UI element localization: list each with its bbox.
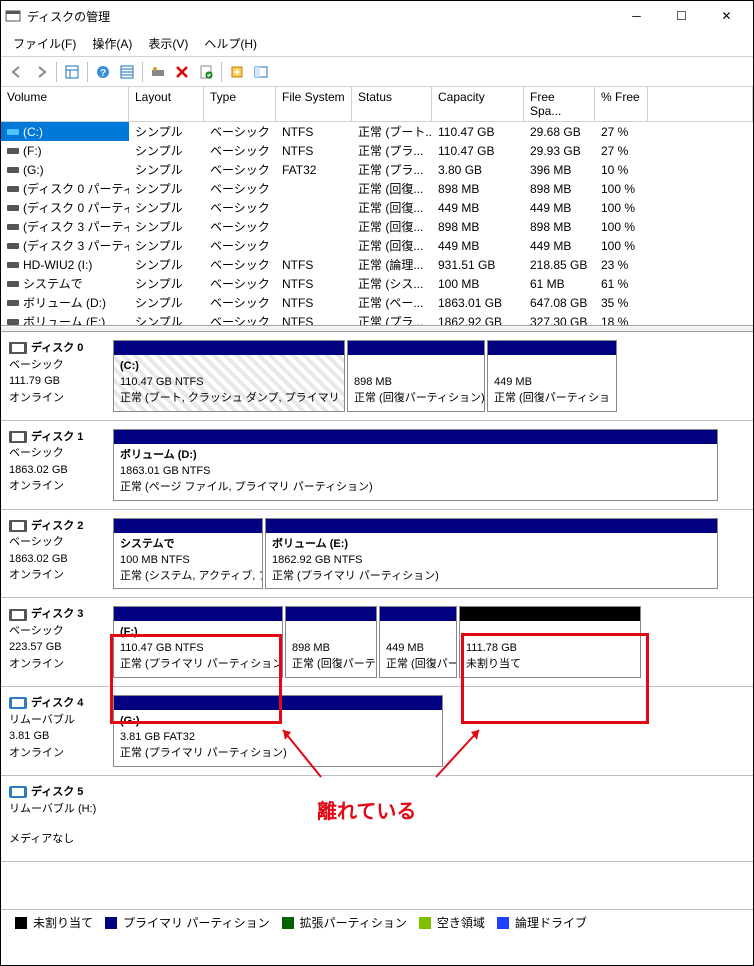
disk-icon (9, 520, 27, 532)
header-type[interactable]: Type (204, 87, 276, 122)
header-free[interactable]: Free Spa... (524, 87, 595, 122)
disk-icon (9, 342, 27, 354)
header-pct[interactable]: % Free (595, 87, 648, 122)
close-button[interactable]: ✕ (704, 1, 749, 31)
partition[interactable]: (G:)3.81 GB FAT32正常 (プライマリ パーティション) (113, 695, 443, 767)
legend-primary: プライマリ パーティション (123, 914, 270, 931)
new-button[interactable] (226, 61, 248, 83)
legend-free: 空き領域 (437, 914, 485, 931)
svg-text:?: ? (100, 68, 106, 79)
volume-row[interactable]: システムでシンプルベーシックNTFS正常 (シス...100 MB61 MB61… (1, 274, 753, 293)
menu-help[interactable]: ヘルプ(H) (196, 33, 265, 54)
partition[interactable]: 111.78 GB未割り当て (459, 606, 641, 678)
partition[interactable]: 898 MB正常 (回復パーテ (285, 606, 377, 678)
volume-row[interactable]: (F:)シンプルベーシックNTFS正常 (プラ...110.47 GB29.93… (1, 141, 753, 160)
partition[interactable]: 449 MB正常 (回復パーティショ (487, 340, 617, 412)
menu-file[interactable]: ファイル(F) (5, 33, 84, 54)
disk-map[interactable]: ディスク 0ベーシック111.79 GBオンライン(C:)110.47 GB N… (1, 332, 753, 909)
header-spacer (648, 87, 753, 122)
partition[interactable]: (C:)110.47 GB NTFS正常 (ブート, クラッシュ ダンプ, プラ… (113, 340, 345, 412)
list-header: Volume Layout Type File System Status Ca… (1, 87, 753, 122)
disk-label[interactable]: ディスク 2ベーシック1863.02 GBオンライン (1, 510, 113, 598)
volume-row[interactable]: ボリューム (E:)シンプルベーシックNTFS正常 (プラ...1862.92 … (1, 312, 753, 326)
maximize-button[interactable]: ☐ (659, 1, 704, 31)
swatch-logical-icon (497, 917, 509, 929)
partition[interactable]: 449 MB正常 (回復パー (379, 606, 457, 678)
disk-row: ディスク 4リムーバブル3.81 GBオンライン(G:)3.81 GB FAT3… (1, 687, 753, 776)
delete-button[interactable] (171, 61, 193, 83)
legend: 未割り当て プライマリ パーティション 拡張パーティション 空き領域 論理ドライ… (1, 909, 753, 935)
disk-row: ディスク 2ベーシック1863.02 GBオンラインシステムで100 MB NT… (1, 510, 753, 599)
swatch-free-icon (419, 917, 431, 929)
disk-row: ディスク 1ベーシック1863.02 GBオンラインボリューム (D:)1863… (1, 421, 753, 510)
partition[interactable]: (F:)110.47 GB NTFS正常 (プライマリ パーティション) (113, 606, 283, 678)
disk-row: ディスク 0ベーシック111.79 GBオンライン(C:)110.47 GB N… (1, 332, 753, 421)
header-status[interactable]: Status (352, 87, 432, 122)
legend-logical: 論理ドライブ (515, 914, 587, 931)
settings-button[interactable] (147, 61, 169, 83)
disk-row: ディスク 3ベーシック223.57 GBオンライン(F:)110.47 GB N… (1, 598, 753, 687)
volume-list[interactable]: Volume Layout Type File System Status Ca… (1, 87, 753, 326)
legend-ext: 拡張パーティション (300, 914, 407, 931)
disk-icon (9, 697, 27, 709)
disk-label[interactable]: ディスク 3ベーシック223.57 GBオンライン (1, 598, 113, 686)
back-button[interactable] (6, 61, 28, 83)
volume-row[interactable]: (ディスク 0 パーティシ...シンプルベーシック正常 (回復...449 MB… (1, 198, 753, 217)
properties-button[interactable] (195, 61, 217, 83)
volume-row[interactable]: ボリューム (D:)シンプルベーシックNTFS正常 (ペー...1863.01 … (1, 293, 753, 312)
menu-action[interactable]: 操作(A) (84, 33, 140, 54)
swatch-unalloc-icon (15, 917, 27, 929)
header-fs[interactable]: File System (276, 87, 352, 122)
app-icon (5, 8, 21, 24)
header-layout[interactable]: Layout (129, 87, 204, 122)
disk-label[interactable]: ディスク 4リムーバブル3.81 GBオンライン (1, 687, 113, 775)
partition[interactable]: ボリューム (E:)1862.92 GB NTFS正常 (プライマリ パーティシ… (265, 518, 718, 590)
legend-unalloc: 未割り当て (33, 914, 93, 931)
menubar: ファイル(F) 操作(A) 表示(V) ヘルプ(H) (1, 31, 753, 57)
disk-label[interactable]: ディスク 0ベーシック111.79 GBオンライン (1, 332, 113, 420)
disk-icon (9, 431, 27, 443)
menu-view[interactable]: 表示(V) (140, 33, 196, 54)
disk-icon (9, 609, 27, 621)
view-button-1[interactable] (61, 61, 83, 83)
header-capacity[interactable]: Capacity (432, 87, 524, 122)
toolbar: ? (1, 57, 753, 87)
volume-row[interactable]: HD-WIU2 (I:)シンプルベーシックNTFS正常 (論理...931.51… (1, 255, 753, 274)
help-button[interactable]: ? (92, 61, 114, 83)
view-button-3[interactable] (250, 61, 272, 83)
titlebar: ディスクの管理 ─ ☐ ✕ (1, 1, 753, 31)
swatch-primary-icon (105, 917, 117, 929)
swatch-ext-icon (282, 917, 294, 929)
volume-row[interactable]: (ディスク 3 パーティシ...シンプルベーシック正常 (回復...898 MB… (1, 217, 753, 236)
view-button-2[interactable] (116, 61, 138, 83)
partition[interactable]: 898 MB正常 (回復パーティション) (347, 340, 485, 412)
disk-label[interactable]: ディスク 1ベーシック1863.02 GBオンライン (1, 421, 113, 509)
window-title: ディスクの管理 (27, 8, 614, 25)
forward-button[interactable] (30, 61, 52, 83)
volume-row[interactable]: (G:)シンプルベーシックFAT32正常 (プラ...3.80 GB396 MB… (1, 160, 753, 179)
volume-row[interactable]: (ディスク 3 パーティシ...シンプルベーシック正常 (回復...449 MB… (1, 236, 753, 255)
volume-row[interactable]: (C:)シンプルベーシックNTFS正常 (ブート...110.47 GB29.6… (1, 122, 753, 141)
disk-icon (9, 786, 27, 798)
partition[interactable]: ボリューム (D:)1863.01 GB NTFS正常 (ページ ファイル, プ… (113, 429, 718, 501)
disk-label[interactable]: ディスク 5リムーバブル (H:)メディアなし (1, 776, 113, 861)
header-volume[interactable]: Volume (1, 87, 129, 122)
disk-row: ディスク 5リムーバブル (H:)メディアなし (1, 776, 753, 862)
volume-row[interactable]: (ディスク 0 パーティシ...シンプルベーシック正常 (回復...898 MB… (1, 179, 753, 198)
partition[interactable]: システムで100 MB NTFS正常 (システム, アクティブ, プ (113, 518, 263, 590)
minimize-button[interactable]: ─ (614, 1, 659, 31)
